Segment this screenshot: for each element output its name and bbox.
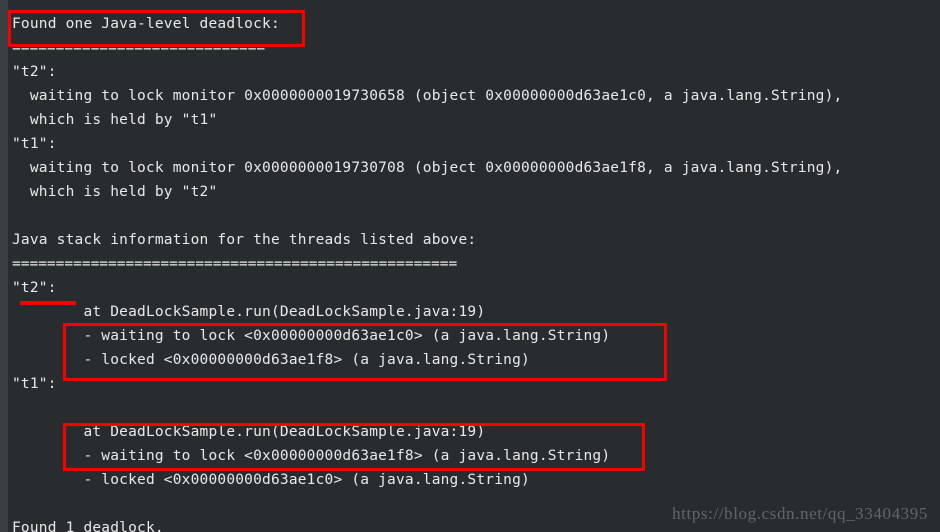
console-line-separator-mid: ========================================… bbox=[12, 256, 458, 272]
console-line-stack-t1-waiting: - waiting to lock <0x00000000d63ae1f8> (… bbox=[12, 448, 611, 464]
console-line-t2-header: "t2": bbox=[12, 64, 57, 80]
console-line-stack-t1-locked: - locked <0x00000000d63ae1c0> (a java.la… bbox=[12, 472, 530, 488]
console-line-t1-held-by: which is held by "t2" bbox=[12, 184, 218, 200]
console-line-t2-held-by: which is held by "t1" bbox=[12, 112, 218, 128]
console-line-blank-2 bbox=[12, 396, 940, 420]
terminal-screenshot: Found one Java-level deadlock: =========… bbox=[0, 0, 940, 532]
console-line-separator-top: ============================= bbox=[12, 40, 266, 56]
console-line-stack-t2: "t2": bbox=[12, 280, 57, 296]
console-line-t1-waiting: waiting to lock monitor 0x00000000197307… bbox=[12, 160, 843, 176]
console-line-header: Found one Java-level deadlock: bbox=[12, 16, 280, 32]
watermark-url: https://blog.csdn.net/qq_33404395 bbox=[672, 504, 928, 523]
console-line-stack-t2-locked: - locked <0x00000000d63ae1f8> (a java.la… bbox=[12, 352, 530, 368]
console-line-blank-1 bbox=[12, 204, 940, 228]
console-line-stack-t1: "t1": bbox=[12, 376, 57, 392]
console-line-stack-t2-at: at DeadLockSample.run(DeadLockSample.jav… bbox=[12, 304, 486, 320]
console-line-stack-title: Java stack information for the threads l… bbox=[12, 232, 477, 248]
console-line-stack-t1-at: at DeadLockSample.run(DeadLockSample.jav… bbox=[12, 424, 486, 440]
console-line-stack-t2-waiting: - waiting to lock <0x00000000d63ae1c0> (… bbox=[12, 328, 611, 344]
console-output: Found one Java-level deadlock: =========… bbox=[8, 0, 940, 532]
console-line-t2-waiting: waiting to lock monitor 0x00000000197306… bbox=[12, 88, 843, 104]
console-line-t1-header: "t1": bbox=[12, 136, 57, 152]
editor-gutter bbox=[0, 0, 8, 532]
